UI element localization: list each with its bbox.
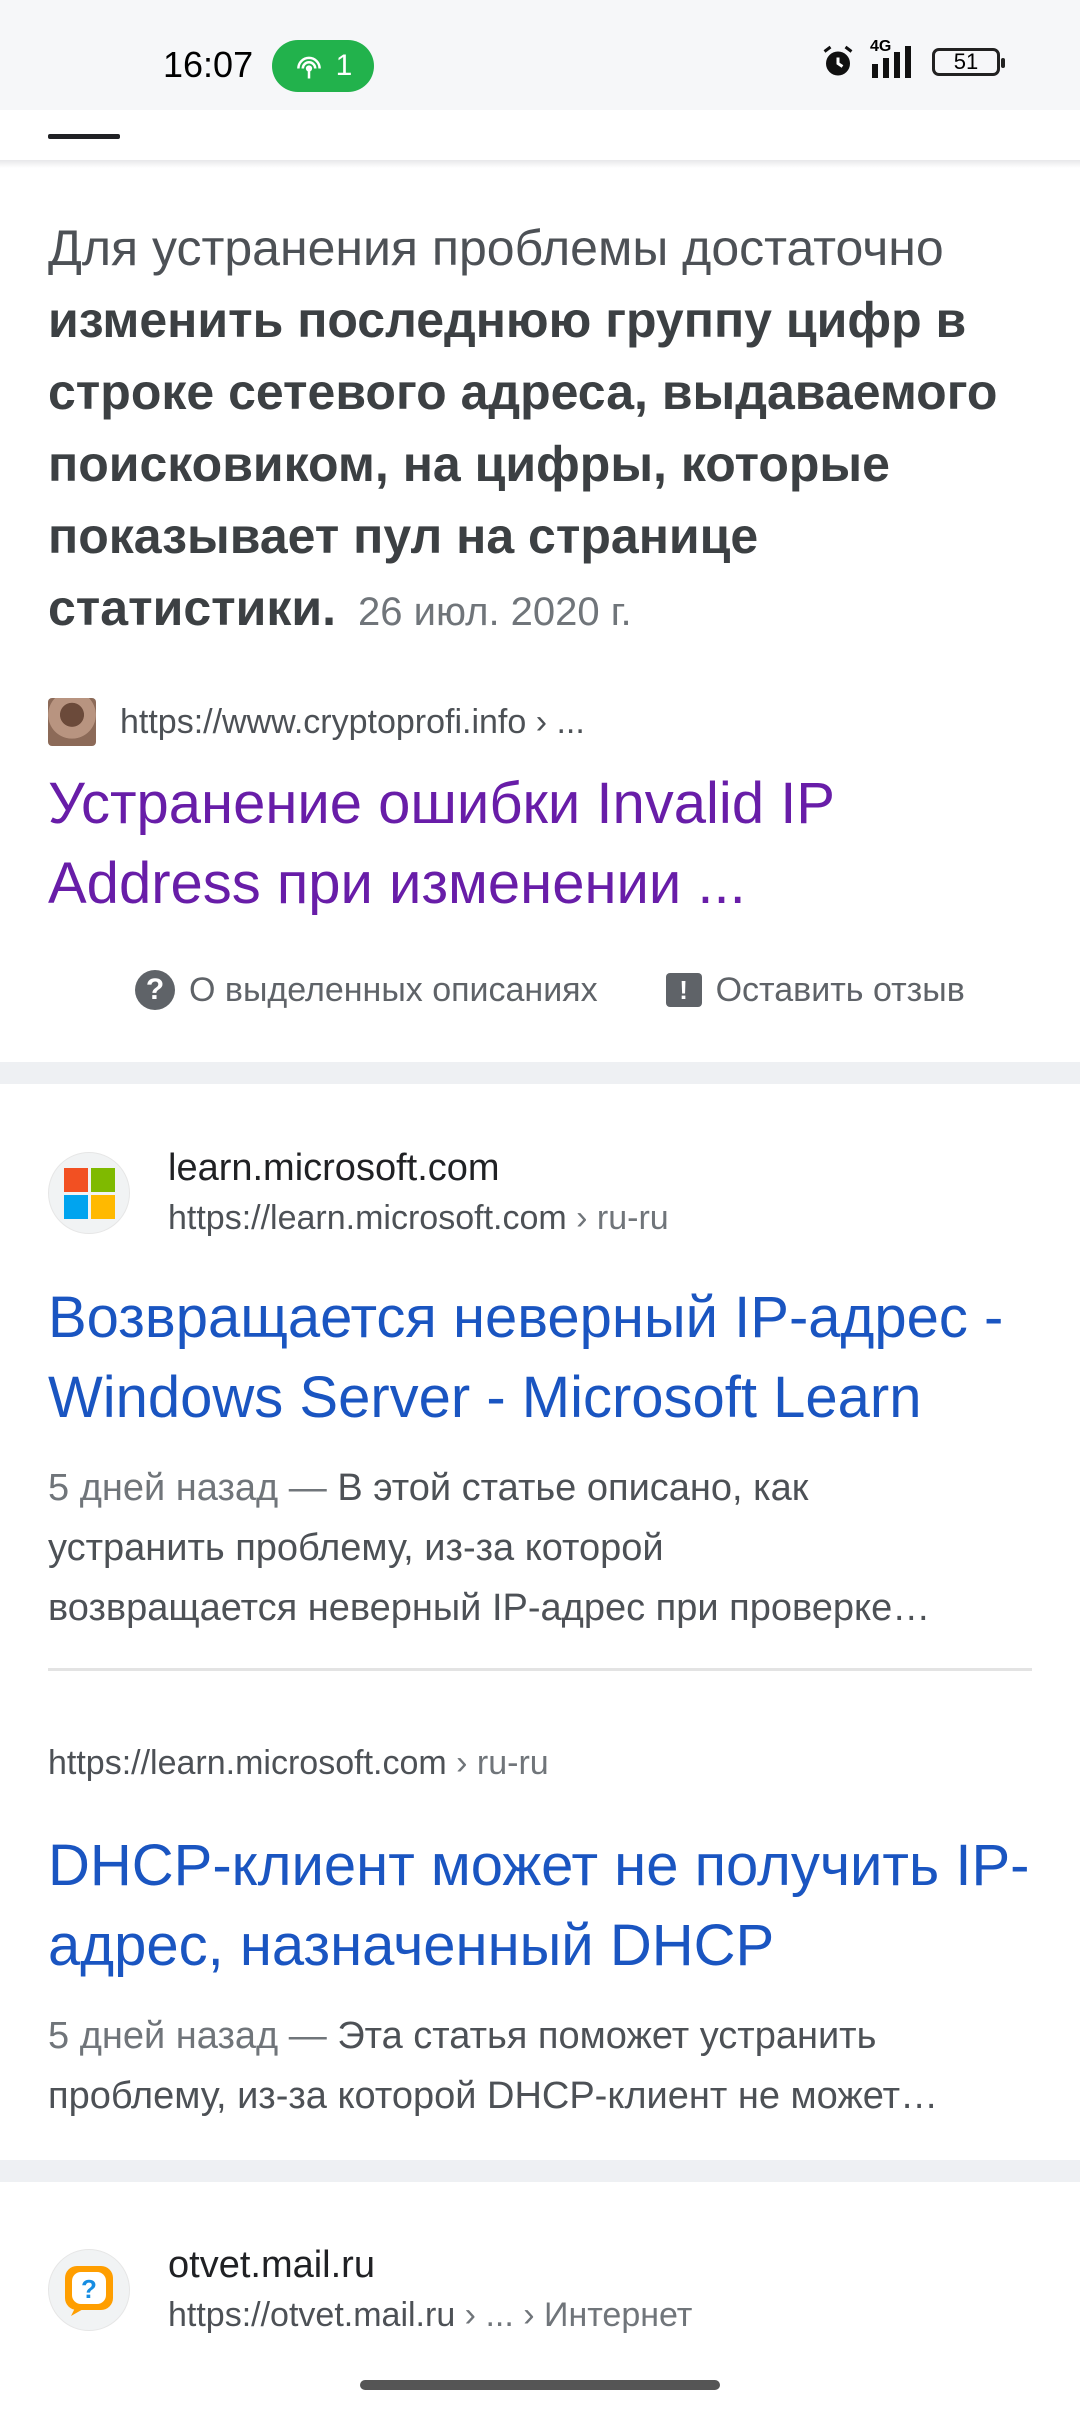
snippet-footer: ? О выделенных описаниях ! Оставить отзы… (135, 966, 1035, 1014)
svg-text:?: ? (81, 2274, 97, 2304)
section-divider (0, 2160, 1080, 2182)
snippet-source-url: https://www.cryptoprofi.info › ... (120, 702, 585, 741)
snippet-date: 26 июл. 2020 г. (358, 590, 632, 634)
snippet-source[interactable]: https://www.cryptoprofi.info › ... (48, 698, 585, 746)
result-description: 5 дней назад — В этой статье описано, ка… (48, 1467, 931, 1629)
home-indicator[interactable] (360, 2380, 720, 2390)
section-divider (0, 1062, 1080, 1084)
snippet-title-link[interactable]: Устранение ошибки Invalid IP Address при… (48, 764, 1028, 924)
hotspot-indicator[interactable]: 1 (272, 40, 374, 92)
featured-snippet-text: Для устранения проблемы достаточно измен… (48, 220, 998, 636)
microsoft-logo-icon (48, 1152, 130, 1234)
site-name: otvet.mail.ru (168, 2244, 375, 2286)
otvet-logo-icon: ? (48, 2249, 130, 2331)
result-source-otvet[interactable]: ? otvet.mail.ru https://otvet.mail.ru › … (48, 2242, 692, 2338)
result-title-link[interactable]: DHCP-клиент может не получить IP-адрес, … (48, 1826, 1048, 1986)
result-divider (48, 1668, 1032, 1671)
search-tabs (0, 110, 1080, 162)
about-featured-snippets[interactable]: ? О выделенных описаниях (135, 970, 598, 1010)
result-description: 5 дней назад — Эта статья поможет устран… (48, 2015, 939, 2117)
alarm-icon (823, 45, 853, 76)
tabs-shadow (0, 160, 1080, 168)
feedback-icon: ! (665, 973, 702, 1007)
hotspot-count: 1 (335, 49, 353, 82)
feedback-button[interactable]: ! Оставить отзыв (665, 971, 965, 1010)
result-url[interactable]: https://learn.microsoft.com › ru-ru (48, 1744, 549, 1783)
site-name: learn.microsoft.com (168, 1147, 500, 1189)
battery-icon: 51 (932, 48, 1005, 76)
site-url: https://learn.microsoft.com › ru-ru (168, 1199, 669, 1237)
result-title-link[interactable]: Возвращается неверный IP-адрес - Windows… (48, 1278, 1048, 1438)
help-icon: ? (135, 970, 175, 1010)
active-tab-indicator (48, 134, 120, 139)
battery-level: 51 (953, 49, 979, 74)
status-time: 16:07 (163, 44, 254, 85)
site-url: https://otvet.mail.ru › ... › Интернет (168, 2296, 693, 2334)
status-bar: 16:07 1 4G 51 (0, 0, 1080, 110)
site-favicon (48, 698, 96, 746)
result-source-microsoft[interactable]: learn.microsoft.com https://learn.micros… (48, 1145, 669, 1241)
status-icons: 4G 51 (820, 38, 1005, 80)
signal-icon: 4G (870, 38, 918, 80)
hotspot-icon (296, 56, 321, 79)
